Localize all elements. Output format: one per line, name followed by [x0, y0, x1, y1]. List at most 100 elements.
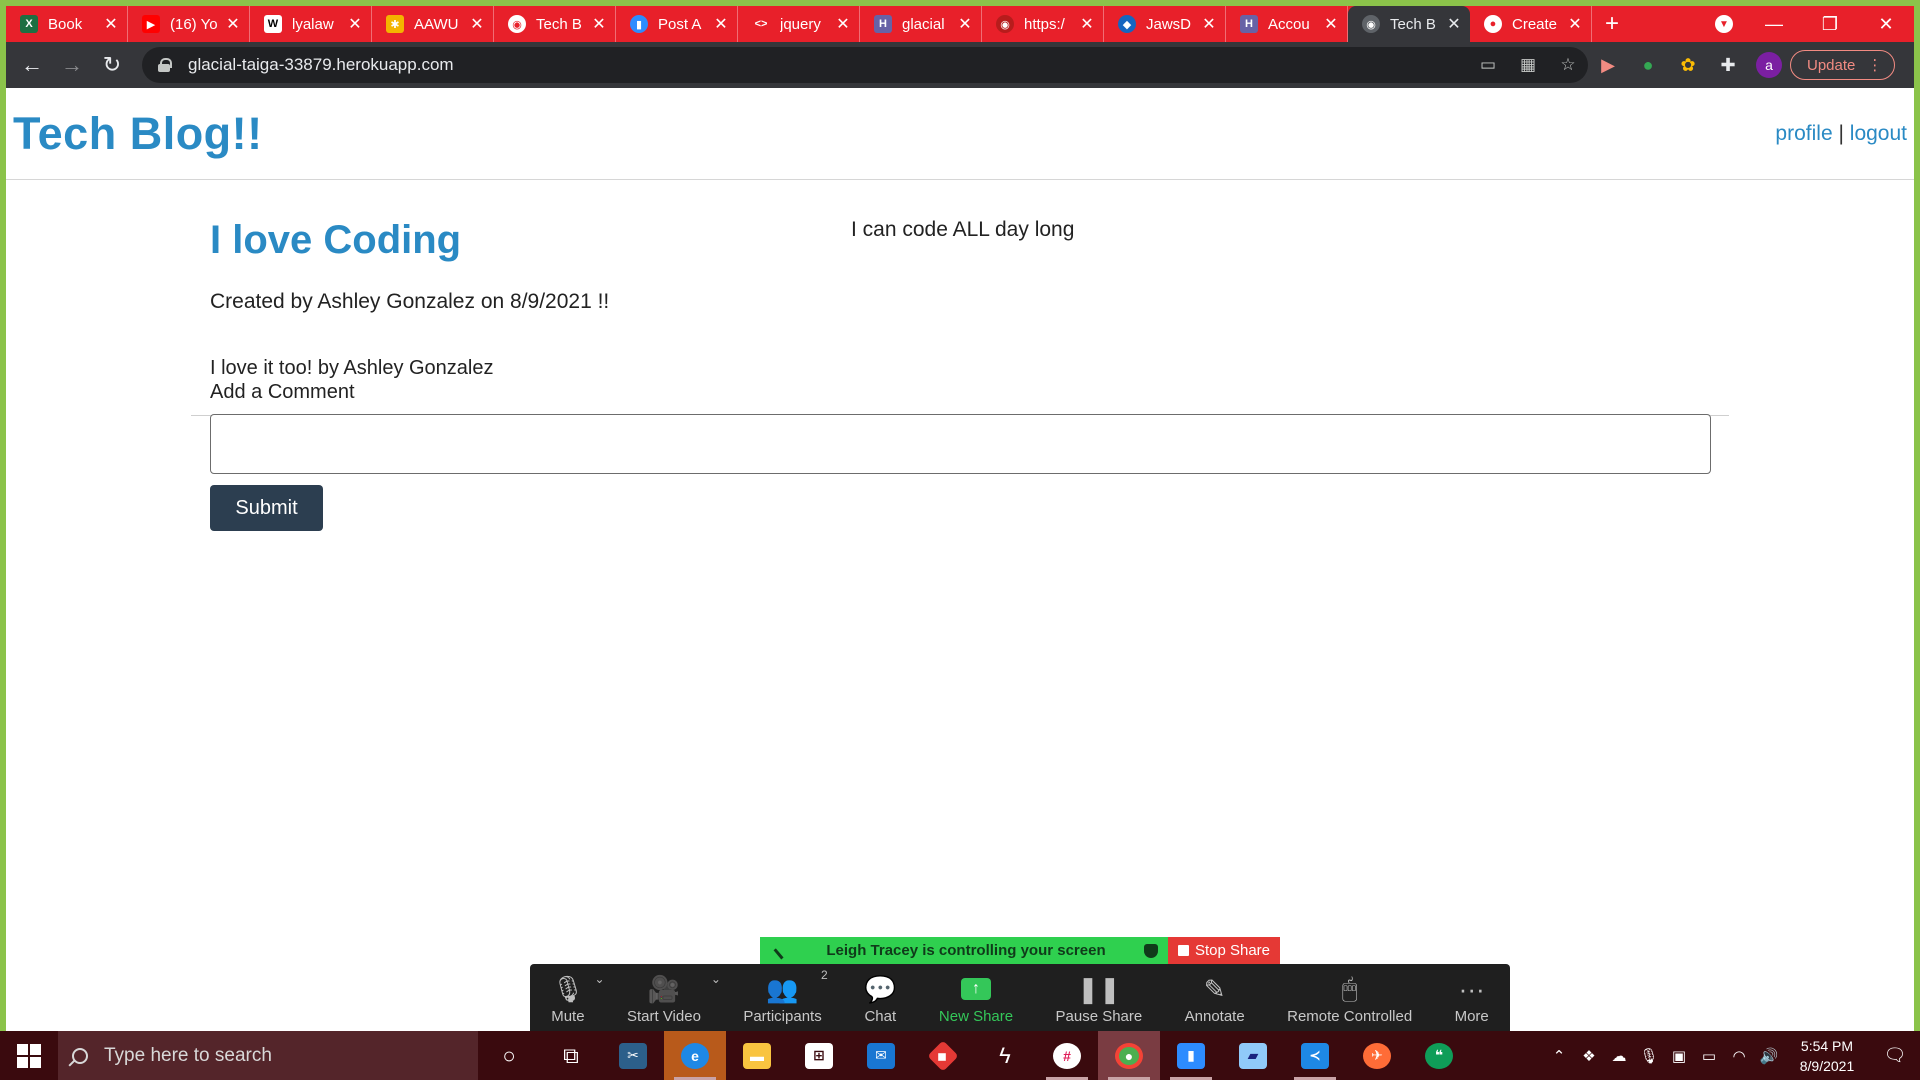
windows-start-button[interactable] [0, 1031, 58, 1080]
zoom-app-icon[interactable]: ▮ [1160, 1031, 1222, 1080]
file-explorer-icon[interactable]: ▬ [726, 1031, 788, 1080]
minimize-button[interactable]: — [1746, 6, 1802, 42]
comment-input[interactable] [210, 414, 1711, 474]
close-icon[interactable]: ✕ [103, 14, 119, 34]
mute-button[interactable]: 🎙 ⌄ Mute [551, 964, 604, 1031]
lightning-app-icon[interactable]: ϟ [974, 1031, 1036, 1080]
task-view-icon[interactable]: ⧉ [540, 1031, 602, 1080]
browser-tab-strip: X Book ✕ ▶ (16) Yo ✕ Wlyalaw ✕ ✱ AAWU ✕ ◉ Tech B… [6, 6, 1914, 42]
profile-avatar[interactable]: a [1756, 52, 1782, 78]
git-app-icon[interactable]: ◆ [912, 1031, 974, 1080]
share-arrow-icon: ↑ [960, 978, 991, 1000]
taskbar-search-box[interactable]: Type here to search [58, 1031, 478, 1080]
browser-tab[interactable]: ● Create ✕ [1470, 6, 1592, 42]
restore-button[interactable]: ❐ [1802, 6, 1858, 42]
profile-link[interactable]: profile [1775, 122, 1832, 145]
new-share-button[interactable]: ↑ New Share [939, 964, 1013, 1031]
address-bar[interactable]: glacial-taiga-33879.herokuapp.com ▭ ▦ ☆ [142, 47, 1588, 83]
tab-title: Tech B [1390, 15, 1436, 33]
reload-button[interactable]: ↻ [92, 45, 132, 85]
more-button[interactable]: ··· More [1455, 964, 1489, 1031]
lock-icon[interactable] [158, 58, 172, 72]
video-off-icon: 🎥 [647, 973, 681, 1004]
site-title[interactable]: Tech Blog!! [13, 108, 263, 160]
close-icon[interactable]: ✕ [225, 14, 241, 34]
snipping-tool-icon[interactable]: ✂ [602, 1031, 664, 1080]
cloud-icon[interactable]: ☁ [1604, 1047, 1634, 1065]
browser-tab[interactable]: ◆ JawsD ✕ [1104, 6, 1226, 42]
window-close-button[interactable]: ✕ [1858, 6, 1914, 42]
chevron-down-icon[interactable]: ⌄ [711, 972, 721, 986]
close-icon[interactable]: ✕ [591, 14, 607, 34]
stop-share-button[interactable]: Stop Share [1168, 937, 1280, 964]
close-icon[interactable]: ✕ [1567, 14, 1583, 34]
annotate-button[interactable]: ✎ Annotate [1185, 964, 1245, 1031]
zoom-meeting-toolbar: 🎙 ⌄ Mute 🎥 ⌄ Start Video 👥 2 Participants 💬 Cha… [530, 964, 1510, 1031]
mail-icon[interactable]: ✉ [850, 1031, 912, 1080]
close-icon[interactable]: ✕ [469, 14, 485, 34]
battery-icon[interactable]: ▭ [1694, 1047, 1724, 1065]
new-tab-button[interactable]: + [1592, 6, 1632, 42]
clock[interactable]: 5:54 PM 8/9/2021 [1784, 1036, 1870, 1076]
edge-icon[interactable]: e [664, 1031, 726, 1080]
close-icon[interactable]: ✕ [835, 14, 851, 34]
chevron-up-icon[interactable]: ⌃ [1544, 1047, 1574, 1065]
browser-tab[interactable]: Hglacial ✕ [860, 6, 982, 42]
browser-tab[interactable]: ▮ Post A ✕ [616, 6, 738, 42]
back-button[interactable]: ← [12, 45, 52, 85]
hangouts-icon[interactable]: ❝ [1408, 1031, 1470, 1080]
browser-tab[interactable]: ▶ (16) Yo ✕ [128, 6, 250, 42]
cast-icon[interactable]: ▭ [1468, 55, 1508, 75]
wifi-icon[interactable]: ◠ [1724, 1047, 1754, 1065]
site-header: Tech Blog!! profile | logout [6, 88, 1914, 180]
microphone-icon[interactable]: 🎙 [1634, 1047, 1664, 1065]
volume-icon[interactable]: 🔊 [1754, 1047, 1784, 1065]
browser-tab[interactable]: ◉ Tech B ✕ [494, 6, 616, 42]
notes-app-icon[interactable]: ▰ [1222, 1031, 1284, 1080]
browser-tab[interactable]: H Accou ✕ [1226, 6, 1348, 42]
browser-tab[interactable]: <> jquery ✕ [738, 6, 860, 42]
browser-tab[interactable]: Wlyalaw ✕ [250, 6, 372, 42]
browser-tab-active[interactable]: ◉ Tech B ✕ [1348, 6, 1470, 42]
store-icon[interactable]: ⊞ [788, 1031, 850, 1080]
update-button[interactable]: Update ⋮ [1790, 50, 1896, 80]
browser-tab[interactable]: ✱ AAWU ✕ [372, 6, 494, 42]
chat-label: Chat [864, 1008, 897, 1025]
chat-button[interactable]: 💬 Chat [864, 964, 896, 1031]
pause-share-button[interactable]: ❚❚ Pause Share [1056, 964, 1143, 1031]
notification-icon[interactable]: 🗨 [1870, 1045, 1920, 1066]
remote-controlled-button[interactable]: 🖱 Remote Controlled [1287, 964, 1412, 1031]
submit-button[interactable]: Submit [210, 485, 323, 531]
chrome-icon[interactable]: ● [1098, 1031, 1160, 1080]
close-icon[interactable]: ✕ [1323, 14, 1339, 34]
slack-icon[interactable]: # [1036, 1031, 1098, 1080]
hangouts-extension-icon[interactable]: ● [1628, 47, 1668, 83]
dropbox-icon[interactable]: ❖ [1574, 1047, 1604, 1065]
color-picker-extension-icon[interactable]: ✿ [1668, 47, 1708, 83]
close-icon[interactable]: ✕ [347, 14, 363, 34]
cortana-icon[interactable]: ○ [478, 1031, 540, 1080]
browser-tab[interactable]: ◉ https:/ ✕ [982, 6, 1104, 42]
vscode-icon[interactable]: ≺ [1284, 1031, 1346, 1080]
chevron-down-icon[interactable]: ⌄ [595, 972, 605, 986]
windows-taskbar: Type here to search ○ ⧉ ✂ e ▬ ⊞ ✉ ◆ ϟ # … [0, 1031, 1920, 1080]
forward-button[interactable]: → [52, 45, 92, 85]
close-icon[interactable]: ✕ [1079, 14, 1095, 34]
bookmark-star-icon[interactable]: ☆ [1548, 55, 1588, 75]
zoom-extension-icon[interactable]: ▶ [1588, 47, 1628, 83]
browser-tab[interactable]: X Book ✕ [6, 6, 128, 42]
tab-title: Book [48, 15, 83, 33]
postman-icon[interactable]: ✈ [1346, 1031, 1408, 1080]
close-icon[interactable]: ✕ [1201, 14, 1217, 34]
puzzle-icon[interactable]: ✚ [1708, 47, 1748, 83]
logout-link[interactable]: logout [1850, 122, 1907, 145]
close-icon[interactable]: ✕ [1446, 14, 1462, 34]
close-icon[interactable]: ✕ [713, 14, 729, 34]
qr-code-icon[interactable]: ▦ [1508, 55, 1548, 75]
tab-title: jquery [780, 15, 821, 33]
tab-search-button[interactable]: ▼ [1702, 6, 1746, 42]
close-icon[interactable]: ✕ [957, 14, 973, 34]
meet-now-icon[interactable]: ▣ [1664, 1047, 1694, 1065]
start-video-button[interactable]: 🎥 ⌄ Start Video [627, 964, 721, 1031]
participants-button[interactable]: 👥 2 Participants [743, 964, 827, 1031]
